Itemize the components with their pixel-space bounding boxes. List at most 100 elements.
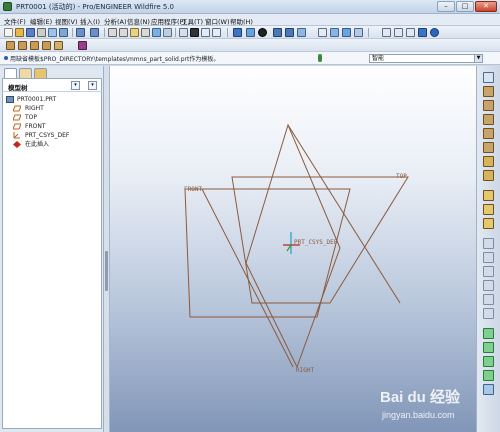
minimize-button[interactable]: – [437, 1, 455, 12]
selection-filter-select[interactable]: 智能 ▼ [369, 54, 483, 63]
save-icon[interactable] [26, 28, 35, 37]
annotation-display-icon[interactable] [54, 41, 63, 50]
draft-icon[interactable] [483, 280, 494, 291]
copy-icon[interactable] [119, 28, 128, 37]
no-hidden-icon[interactable] [406, 28, 415, 37]
tab-folder-browser[interactable] [19, 68, 32, 78]
rib-icon[interactable] [483, 266, 494, 277]
tree-settings-icon[interactable]: ▾ [71, 81, 80, 90]
right-label: RIGHT [296, 367, 314, 374]
chamfer-icon[interactable] [483, 308, 494, 319]
view-manager-icon[interactable] [354, 28, 363, 37]
sketch-icon[interactable] [483, 72, 494, 83]
plane-icon[interactable] [483, 86, 494, 97]
model-tree-title: 模型树 [8, 84, 28, 92]
maximize-button[interactable]: □ [456, 1, 474, 12]
coordinate-system-icon [13, 132, 20, 139]
new-file-icon[interactable] [4, 28, 13, 37]
menu-tools[interactable]: 工具(T) [181, 16, 203, 26]
hole-icon[interactable] [483, 238, 494, 249]
merge-icon[interactable] [483, 342, 494, 353]
axis-icon[interactable] [483, 100, 494, 111]
offset-icon[interactable] [483, 384, 494, 395]
tree-item-part[interactable]: PRT0001.PRT [3, 95, 103, 104]
tree-item-insert-here[interactable]: 在此插入 [3, 140, 103, 149]
email-icon[interactable] [48, 28, 57, 37]
datum-plane-display-icon[interactable] [6, 41, 15, 50]
hidden-line-icon[interactable] [394, 28, 403, 37]
tree-item-top[interactable]: TOP [3, 113, 103, 122]
help-pointer-icon[interactable] [78, 41, 87, 50]
datum-plane-right [245, 123, 341, 369]
tree-item-right[interactable]: RIGHT [3, 104, 103, 113]
regen-manager-icon[interactable] [163, 28, 172, 37]
zoom-out-icon[interactable] [285, 28, 294, 37]
graphics-window[interactable]: FRONT TOP RIGHT PRT_CSYS_DEF [110, 66, 476, 432]
tree-item-label: PRT_CSYS_DEF [25, 132, 70, 139]
message-bar: 用缺省模板$PRO_DIRECTORY\templates\mmns_part_… [0, 52, 500, 65]
send-icon[interactable] [59, 28, 68, 37]
revolve-icon[interactable] [483, 204, 494, 215]
paste-special-icon[interactable] [141, 28, 150, 37]
zoom-in-icon[interactable] [273, 28, 282, 37]
datum-toolbar [0, 39, 500, 52]
layers-icon[interactable] [342, 28, 351, 37]
toolbar-separator [227, 28, 228, 37]
datum-point-display-icon[interactable] [30, 41, 39, 50]
print-icon[interactable] [37, 28, 46, 37]
sweep-icon[interactable] [483, 218, 494, 229]
tree-item-label: FRONT [25, 123, 46, 130]
shading-icon[interactable] [418, 28, 427, 37]
splitter-grip[interactable] [105, 251, 108, 291]
csys-display-icon[interactable] [42, 41, 51, 50]
round-icon[interactable] [483, 294, 494, 305]
show-icon[interactable]: ▾ [88, 81, 97, 90]
redo-icon[interactable] [90, 28, 99, 37]
find-icon[interactable] [179, 28, 188, 37]
open-folder-icon[interactable] [15, 28, 24, 37]
spin-center-icon[interactable] [246, 28, 255, 37]
analysis-icon[interactable] [483, 156, 494, 167]
cut-icon[interactable] [108, 28, 117, 37]
tree-item-csys[interactable]: PRT_CSYS_DEF [3, 131, 103, 140]
status-figure-icon [318, 54, 322, 62]
point-icon[interactable] [483, 128, 494, 139]
repaint-icon[interactable] [233, 28, 242, 37]
menu-analysis[interactable]: 分析(A) [104, 16, 127, 26]
refit-icon[interactable] [297, 28, 306, 37]
measure-icon[interactable] [483, 170, 494, 181]
close-button[interactable]: ✕ [475, 1, 497, 12]
menu-window[interactable]: 窗口(W) [205, 16, 230, 26]
menu-file[interactable]: 文件(F) [4, 16, 26, 26]
orient-mode-icon[interactable] [258, 28, 267, 37]
select-icon[interactable] [212, 28, 221, 37]
menu-help[interactable]: 帮助(H) [230, 16, 253, 26]
menu-edit[interactable]: 编辑(E) [30, 16, 52, 26]
saved-views-icon[interactable] [330, 28, 339, 37]
watermark-brand: Bai du 经验 [380, 389, 461, 406]
csys-tool-icon[interactable] [483, 142, 494, 153]
menu-view[interactable]: 视图(V) [55, 16, 78, 26]
mirror-icon[interactable] [483, 328, 494, 339]
menu-insert[interactable]: 插入(I) [80, 16, 100, 26]
reorient-icon[interactable] [318, 28, 327, 37]
wireframe-icon[interactable] [382, 28, 391, 37]
datum-axis-display-icon[interactable] [18, 41, 27, 50]
tree-item-front[interactable]: FRONT [3, 122, 103, 131]
undo-icon[interactable] [76, 28, 85, 37]
binoculars-icon[interactable] [190, 28, 199, 37]
select-box-icon[interactable] [201, 28, 210, 37]
shell-icon[interactable] [483, 252, 494, 263]
tab-favorites[interactable] [34, 68, 47, 78]
extrude-icon[interactable] [483, 190, 494, 201]
curve-icon[interactable] [483, 114, 494, 125]
menu-info[interactable]: 信息(N) [127, 16, 150, 26]
paste-icon[interactable] [130, 28, 139, 37]
regenerate-icon[interactable] [152, 28, 161, 37]
proe-window: PRT0001 (活动的) - Pro/ENGINEER Wildfire 5.… [0, 0, 500, 432]
pattern-icon[interactable] [483, 370, 494, 381]
watermark-url: jingyan.baidu.com [382, 410, 455, 420]
enhanced-realism-icon[interactable] [430, 28, 439, 37]
tab-model-tree[interactable] [4, 68, 17, 78]
trim-icon[interactable] [483, 356, 494, 367]
